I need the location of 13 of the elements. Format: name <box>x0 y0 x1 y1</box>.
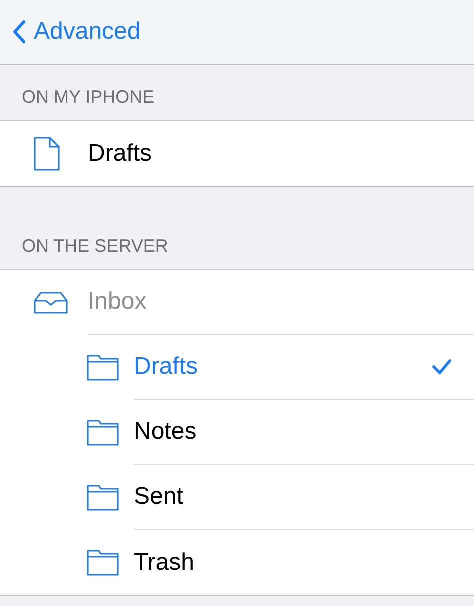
folder-icon <box>87 420 119 446</box>
folder-label[interactable]: Drafts <box>88 140 152 168</box>
folder-icon <box>87 484 119 510</box>
section-header: ON MY IPHONE <box>22 87 155 108</box>
tray-icon <box>34 292 68 314</box>
section-header: ON THE SERVER <box>22 236 168 257</box>
folder-icon <box>87 550 119 576</box>
back-chevron-icon <box>12 20 26 44</box>
checkmark-icon <box>432 359 452 375</box>
folder-label: Inbox <box>88 288 147 316</box>
document-icon <box>34 136 60 170</box>
back-button[interactable]: Advanced <box>12 18 141 46</box>
folder-icon <box>87 354 119 380</box>
